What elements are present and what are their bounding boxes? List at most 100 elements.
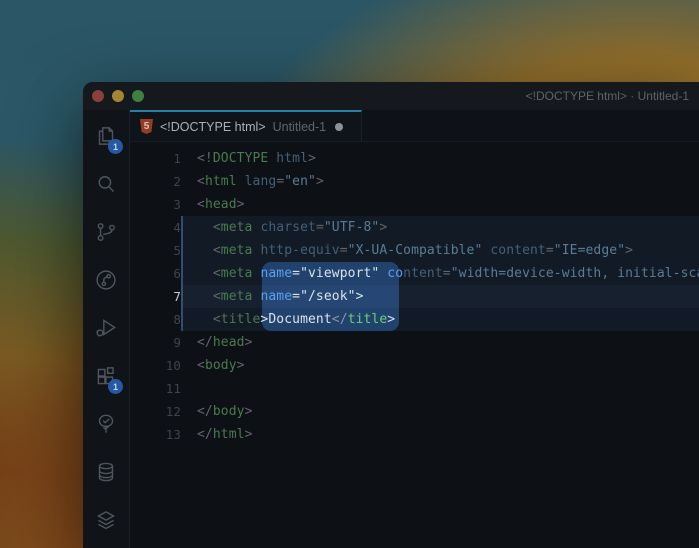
line-number: 10 bbox=[130, 358, 181, 373]
code-line[interactable]: 5 <meta http-equiv="X-UA-Compatible" con… bbox=[130, 239, 699, 262]
token: > bbox=[308, 151, 316, 166]
token: charset bbox=[260, 220, 316, 235]
token: > bbox=[245, 427, 253, 442]
token: "en" bbox=[284, 174, 316, 189]
token: < bbox=[197, 220, 221, 235]
sidebar-item-database[interactable] bbox=[83, 448, 129, 496]
token: ="/seok" bbox=[292, 289, 355, 304]
token: "X-UA-Compatible" bbox=[348, 243, 483, 258]
title-bar[interactable]: <!DOCTYPE html> · Untitled-1 bbox=[83, 82, 699, 110]
minimize-button[interactable] bbox=[112, 90, 124, 102]
token: > bbox=[237, 358, 245, 373]
line-number: 13 bbox=[130, 427, 181, 442]
line-number: 2 bbox=[130, 174, 181, 189]
token: </ bbox=[332, 312, 348, 327]
token: name bbox=[260, 289, 292, 304]
token: > bbox=[260, 312, 268, 327]
code-text: <head> bbox=[181, 193, 699, 216]
code-line[interactable]: 4 <meta charset="UTF-8"> bbox=[130, 216, 699, 239]
line-number: 9 bbox=[130, 335, 181, 350]
sidebar-item-explorer[interactable]: 1 bbox=[83, 112, 129, 160]
token: DOCTYPE bbox=[213, 151, 269, 166]
token: > bbox=[379, 220, 387, 235]
code-text: <meta http-equiv="X-UA-Compatible" conte… bbox=[181, 239, 699, 262]
token: "UTF-8" bbox=[324, 220, 380, 235]
code-editor[interactable]: 1<!DOCTYPE html>2<html lang="en">3<head>… bbox=[130, 142, 699, 548]
code-line[interactable]: 9 </head> bbox=[130, 331, 699, 354]
code-line[interactable]: 12</body> bbox=[130, 400, 699, 423]
token: html bbox=[276, 151, 308, 166]
code-text: <html lang="en"> bbox=[181, 170, 699, 193]
code-text: <!DOCTYPE html> bbox=[181, 147, 699, 170]
code-text: <meta charset="UTF-8"> bbox=[181, 216, 699, 239]
tab-secondary-label: Untitled-1 bbox=[273, 120, 327, 134]
explorer-badge: 1 bbox=[108, 139, 123, 154]
zoom-button[interactable] bbox=[132, 90, 144, 102]
sidebar-item-git-graph[interactable] bbox=[83, 256, 129, 304]
line-number: 4 bbox=[130, 220, 181, 235]
code-line[interactable]: 11 bbox=[130, 377, 699, 400]
code-line[interactable]: 6 <meta name="viewport" content="width=d… bbox=[130, 262, 699, 285]
token: </ bbox=[197, 404, 213, 419]
run-debug-icon bbox=[93, 315, 119, 341]
html5-icon: 5 bbox=[140, 119, 153, 134]
token: body bbox=[205, 358, 237, 373]
token: meta bbox=[221, 266, 253, 281]
code-text: <meta name="viewport" content="width=dev… bbox=[181, 262, 699, 285]
code-line[interactable]: 2<html lang="en"> bbox=[130, 170, 699, 193]
token: html bbox=[213, 427, 245, 442]
token: < bbox=[197, 197, 205, 212]
token: < bbox=[197, 312, 221, 327]
code-line[interactable]: 7 <meta name="/seok"> bbox=[130, 285, 699, 308]
line-number: 6 bbox=[130, 266, 181, 281]
line-number: 8 bbox=[130, 312, 181, 327]
token: </ bbox=[197, 335, 213, 350]
token: < bbox=[197, 289, 221, 304]
token bbox=[253, 289, 261, 304]
token: > bbox=[387, 312, 395, 327]
token: ntent bbox=[403, 266, 443, 281]
token bbox=[237, 174, 245, 189]
token: </ bbox=[197, 427, 213, 442]
close-button[interactable] bbox=[92, 90, 104, 102]
code-text: <body> bbox=[181, 354, 699, 377]
sidebar-item-todo-tree[interactable] bbox=[83, 400, 129, 448]
token: < bbox=[197, 243, 221, 258]
code-line[interactable]: 3<head> bbox=[130, 193, 699, 216]
token: = bbox=[443, 266, 451, 281]
token: meta bbox=[221, 289, 253, 304]
sidebar-item-layers[interactable] bbox=[83, 496, 129, 544]
token: title bbox=[348, 312, 388, 327]
tab-label: <!DOCTYPE html> bbox=[160, 120, 266, 134]
token: = bbox=[340, 243, 348, 258]
sidebar-item-run-and-debug[interactable] bbox=[83, 304, 129, 352]
token: http-equiv bbox=[260, 243, 339, 258]
sidebar-item-search[interactable] bbox=[83, 160, 129, 208]
line-number: 5 bbox=[130, 243, 181, 258]
token: Document bbox=[268, 312, 331, 327]
code-text: <title>Document</title> bbox=[181, 308, 699, 331]
token: <! bbox=[197, 151, 213, 166]
sidebar-item-source-control[interactable] bbox=[83, 208, 129, 256]
modified-dot-icon[interactable] bbox=[335, 123, 343, 131]
line-number: 12 bbox=[130, 404, 181, 419]
code-line[interactable]: 10<body> bbox=[130, 354, 699, 377]
token: head bbox=[205, 197, 237, 212]
token: > bbox=[245, 404, 253, 419]
token bbox=[253, 243, 261, 258]
sidebar-item-extensions[interactable]: 1 bbox=[83, 352, 129, 400]
code-line[interactable]: 8 <title>Document</title> bbox=[130, 308, 699, 331]
token: > bbox=[245, 335, 253, 350]
token bbox=[253, 266, 261, 281]
traffic-lights bbox=[92, 90, 144, 102]
git-graph-icon bbox=[93, 267, 119, 293]
tab-untitled-1[interactable]: 5 <!DOCTYPE html> Untitled-1 bbox=[130, 110, 362, 141]
token: head bbox=[213, 335, 245, 350]
token: html bbox=[205, 174, 237, 189]
code-text: </body> bbox=[181, 400, 699, 423]
code-line[interactable]: 1<!DOCTYPE html> bbox=[130, 147, 699, 170]
code-line[interactable]: 13 </html> bbox=[130, 423, 699, 446]
token: "width=device-width, initial-scale=1.0" bbox=[451, 266, 699, 281]
token: = bbox=[316, 220, 324, 235]
token: < bbox=[197, 174, 205, 189]
